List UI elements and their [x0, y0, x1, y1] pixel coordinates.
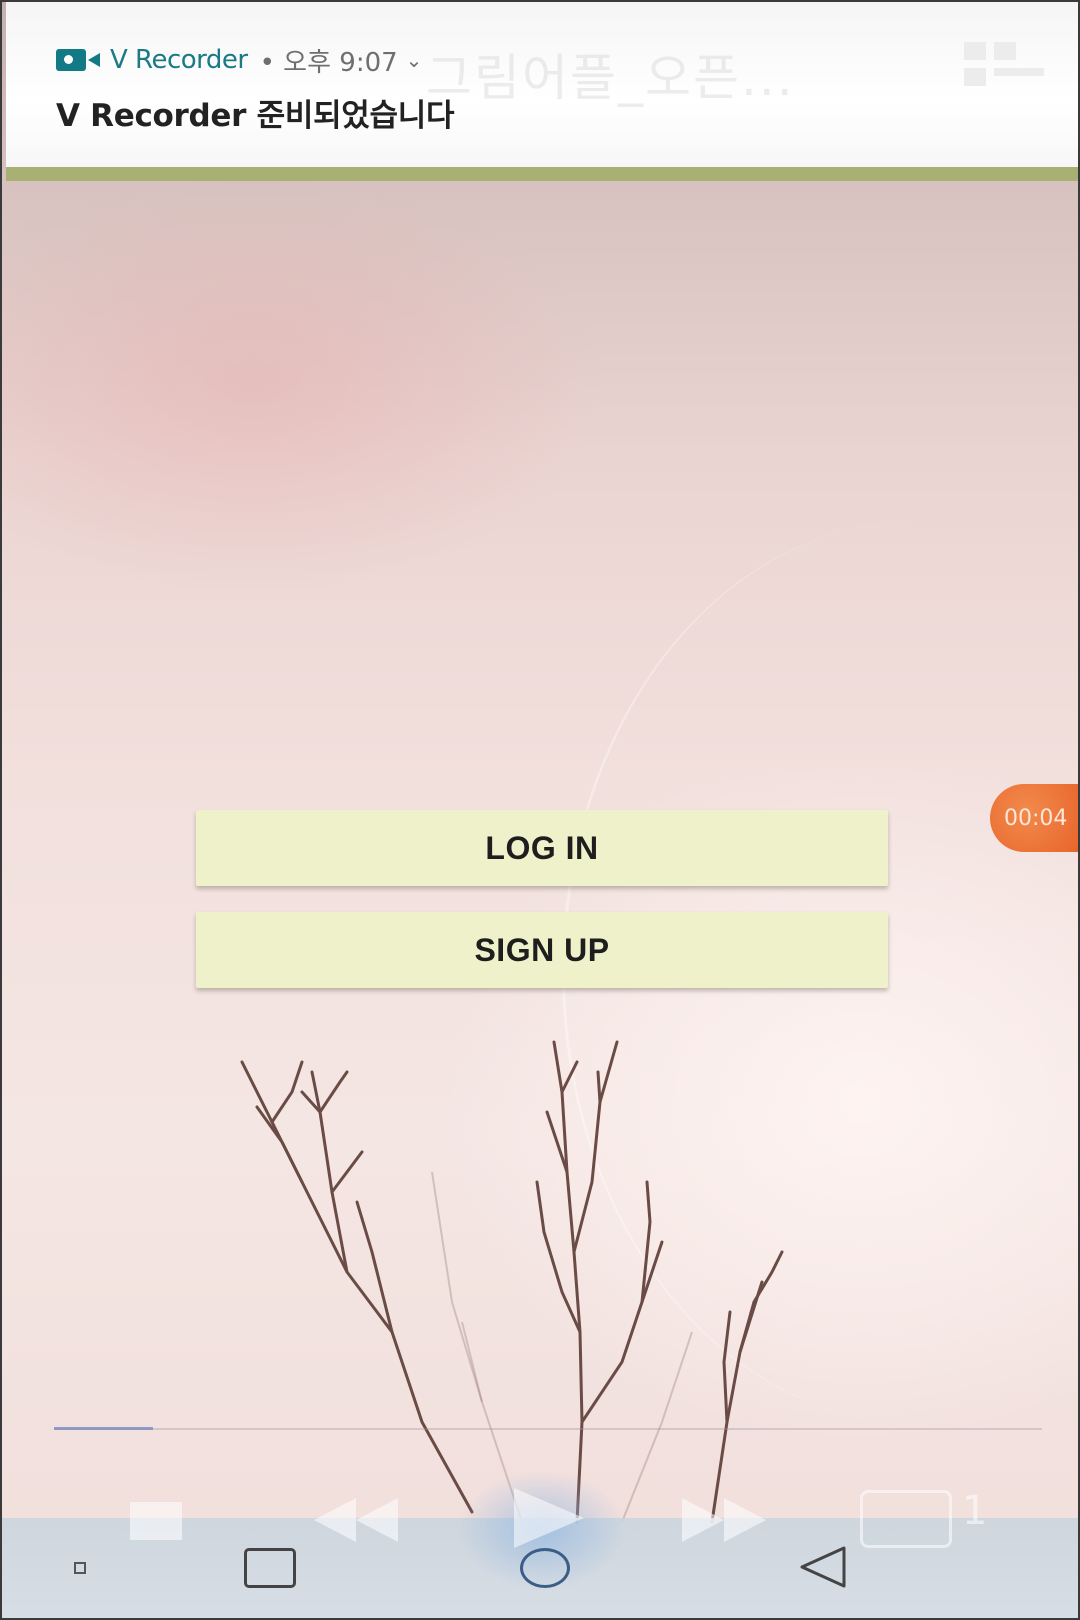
- quality-icon[interactable]: [860, 1490, 952, 1548]
- stop-icon[interactable]: [130, 1502, 182, 1540]
- notification-header: V Recorder • 오후 9:07 ⌄: [56, 40, 422, 80]
- video-camera-icon: [56, 49, 102, 71]
- rewind-icon[interactable]: [314, 1498, 398, 1542]
- signup-button[interactable]: SIGN UP: [196, 912, 888, 988]
- home-icon[interactable]: [520, 1548, 570, 1588]
- recent-apps-icon[interactable]: [244, 1548, 296, 1588]
- app-screen: 그림어플_오픈... V Recorder • 오후 9:07 ⌄ V Reco…: [0, 0, 1080, 1620]
- chevron-down-icon[interactable]: ⌄: [406, 48, 423, 72]
- small-square-icon[interactable]: [74, 1562, 86, 1574]
- play-icon[interactable]: [514, 1488, 584, 1548]
- back-icon[interactable]: [798, 1544, 848, 1590]
- speed-label[interactable]: 1: [962, 1488, 987, 1534]
- fast-forward-icon[interactable]: [682, 1498, 766, 1542]
- notification-app-name: V Recorder: [110, 45, 248, 75]
- seek-progress: [54, 1427, 153, 1430]
- notification-banner[interactable]: 그림어플_오픈... V Recorder • 오후 9:07 ⌄ V Reco…: [6, 2, 1078, 181]
- grid-icon: [964, 42, 1050, 88]
- seek-track[interactable]: [54, 1428, 1042, 1430]
- notification-time: • 오후 9:07: [259, 47, 398, 78]
- notification-ghost-title: 그림어플_오픈...: [426, 49, 795, 107]
- recording-timer-bubble[interactable]: 00:04: [990, 784, 1078, 852]
- login-button[interactable]: LOG IN: [196, 810, 888, 886]
- notification-message: V Recorder 준비되었습니다: [56, 98, 455, 134]
